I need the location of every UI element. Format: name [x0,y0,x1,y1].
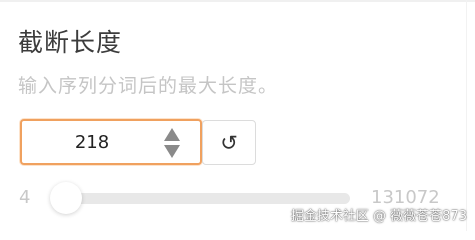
slider-thumb[interactable] [50,182,83,214]
triangle-up-icon[interactable] [162,126,182,143]
reset-button[interactable]: ↺ [202,120,256,165]
slider-min-label: 4 [19,187,31,208]
truncation-length-setting: 截断长度 输入序列分词后的最大长度。 ↺ 4 131072 掘金技术社区 @ 薇… [0,0,475,231]
quantity-stepper[interactable] [162,126,182,160]
number-input-container [20,119,202,165]
setting-description: 输入序列分词后的最大长度。 [18,75,279,97]
top-divider [0,0,475,2]
right-divider [466,0,467,231]
reset-icon: ↺ [220,130,238,155]
watermark-text: 掘金技术社区 @ 薇薇苍苍873 [290,209,467,224]
slider-track[interactable] [58,193,350,204]
setting-title: 截断长度 [18,28,123,57]
triangle-down-icon[interactable] [162,143,182,160]
truncation-length-input[interactable] [22,121,162,163]
